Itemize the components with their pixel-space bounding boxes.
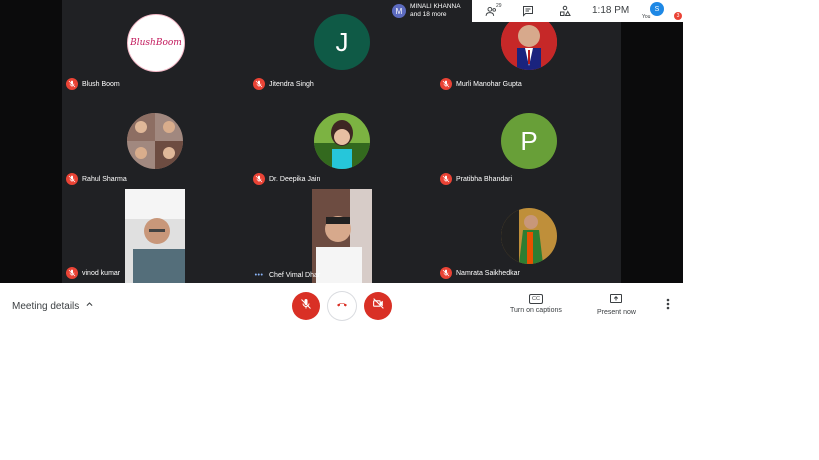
chat-icon[interactable] <box>521 4 535 18</box>
mic-off-icon <box>440 173 452 185</box>
meeting-details-label: Meeting details <box>12 300 80 312</box>
captions-icon: CC <box>528 294 543 304</box>
participant-name: vinod kumar <box>82 269 121 277</box>
top-bar: M MINALI KHANNA and 18 more 29 1:18 PM S… <box>388 0 683 22</box>
presenter-chip[interactable]: M MINALI KHANNA and 18 more <box>388 0 472 22</box>
self-label: You <box>642 14 651 20</box>
participant-label: Murli Manohar Gupta <box>440 78 522 90</box>
self-avatar[interactable]: S <box>650 2 664 16</box>
mic-off-icon <box>66 173 78 185</box>
participant-avatar-photo <box>127 113 183 169</box>
participant-avatar-letter: J <box>314 14 370 70</box>
captions-button[interactable]: CC Turn on captions <box>510 294 562 314</box>
participant-name: Rahul Sharma <box>82 175 127 183</box>
presenter-name: MINALI KHANNA <box>410 3 461 10</box>
participant-label: Jitendra Singh <box>253 78 314 90</box>
participant-avatar-photo <box>501 14 557 70</box>
participant-name: Blush Boom <box>82 80 120 88</box>
hang-up-icon <box>336 297 348 315</box>
present-now-button[interactable]: Present now <box>597 294 636 316</box>
participant-tile[interactable]: Dr. Deepika Jain <box>249 95 435 189</box>
participant-label: vinod kumar <box>66 267 120 279</box>
mic-off-icon <box>253 173 265 185</box>
microphone-toggle-button[interactable] <box>292 292 320 320</box>
present-icon <box>610 294 623 306</box>
meeting-details-button[interactable]: Meeting details <box>12 300 94 312</box>
activities-icon[interactable] <box>558 4 572 18</box>
speaking-indicator-icon: ••• <box>254 272 264 279</box>
mic-off-icon <box>300 297 312 315</box>
mic-off-icon <box>66 267 78 279</box>
left-letterbox <box>0 0 62 283</box>
participant-label: ••• Chef Vimal Dhar <box>253 272 321 279</box>
leave-call-button[interactable] <box>328 292 356 320</box>
participant-name: Murli Manohar Gupta <box>456 80 522 88</box>
bottom-bar: Meeting details CC Turn on captions Pres… <box>0 283 683 329</box>
mic-off-icon <box>440 78 452 90</box>
participant-name: Pratibha Bhandari <box>456 175 513 183</box>
participant-avatar-letter: P <box>501 113 557 169</box>
participant-label: Blush Boom <box>66 78 120 90</box>
present-label: Present now <box>597 309 636 316</box>
participant-avatar-logo: BlushBoom <box>127 14 185 72</box>
more-options-button[interactable] <box>662 297 674 315</box>
more-vert-icon <box>666 297 670 315</box>
participant-video <box>312 189 372 283</box>
participant-tile[interactable]: Namrata Saikhedkar <box>436 189 622 283</box>
participant-label: Namrata Saikhedkar <box>440 267 520 279</box>
participant-label: Pratibha Bhandari <box>440 173 512 185</box>
video-grid: BlushBoom Blush Boom J Jitendra Singh Mu… <box>0 0 683 283</box>
participant-name: Chef Vimal Dhar <box>269 272 321 279</box>
mic-off-icon <box>440 267 452 279</box>
captions-label: Turn on captions <box>510 307 562 314</box>
participant-label: Rahul Sharma <box>66 173 127 185</box>
clock: 1:18 PM <box>592 5 630 16</box>
presenter-avatar: M <box>392 4 406 18</box>
right-letterbox <box>621 0 683 283</box>
participant-avatar-photo <box>501 208 557 264</box>
chevron-up-icon <box>85 300 94 312</box>
mic-off-icon <box>66 78 78 90</box>
participant-tile[interactable]: P Pratibha Bhandari <box>436 95 622 189</box>
participant-label: Dr. Deepika Jain <box>253 173 320 185</box>
participant-tile[interactable]: BlushBoom Blush Boom <box>62 0 248 94</box>
people-count: 29 <box>496 3 502 9</box>
participant-tile[interactable]: vinod kumar <box>62 189 248 283</box>
participant-name: Namrata Saikhedkar <box>456 269 520 277</box>
participant-avatar-photo <box>314 113 370 169</box>
presenter-subtitle: and 18 more <box>410 11 447 18</box>
participant-name: Dr. Deepika Jain <box>269 175 321 183</box>
camera-toggle-button[interactable] <box>364 292 392 320</box>
participant-name: Jitendra Singh <box>269 80 314 88</box>
participant-tile[interactable]: Rahul Sharma <box>62 95 248 189</box>
participant-video <box>125 189 185 283</box>
camera-off-icon <box>372 297 385 315</box>
participant-tile[interactable]: ••• Chef Vimal Dhar <box>249 189 435 283</box>
mic-off-icon <box>253 78 265 90</box>
notification-badge: 3 <box>674 12 682 20</box>
